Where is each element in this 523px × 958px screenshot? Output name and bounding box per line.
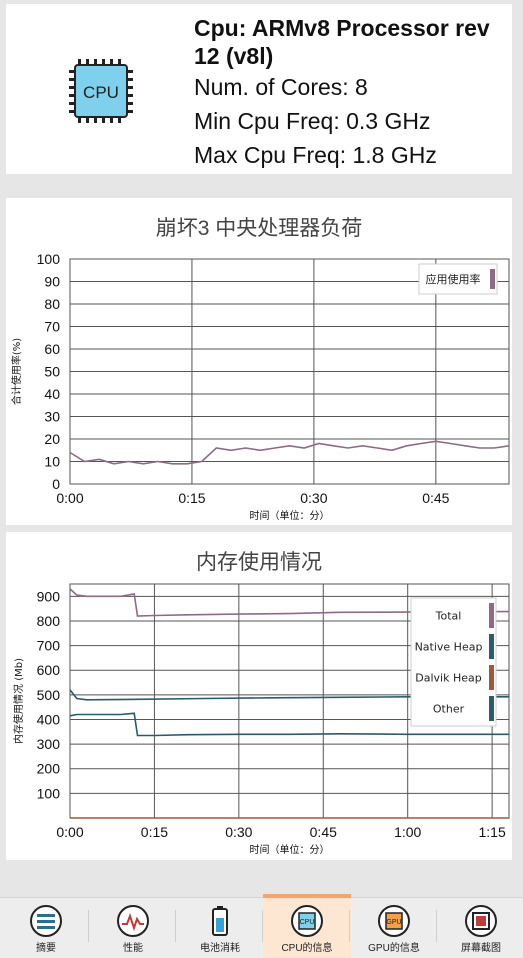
- cpu-load-chart-card: 崩坏3 中央处理器负荷 0 10 20 30 40 50 60 70 80 90 100 0:00 0:…: [6, 198, 512, 525]
- y-axis-label: 合计使用率(%): [10, 338, 23, 405]
- legend-swatch: [489, 665, 494, 690]
- series-line-应用使用率: [69, 440, 510, 465]
- nav-tab-cpu[interactable]: CPU CPU的信息: [263, 894, 351, 958]
- legend-label: Other: [433, 703, 465, 716]
- memory-chart: 100 200 300 400 500 600 700 800 900 0:00 0:15 0:30 0…: [12, 583, 510, 856]
- nav-separator: [175, 910, 176, 942]
- battery-icon: [212, 906, 228, 936]
- y-tick-label: 400: [37, 711, 61, 727]
- nav-tab-performance-gauge[interactable]: 性能: [89, 898, 177, 958]
- svg-text:GPU: GPU: [386, 919, 401, 926]
- x-axis-label: 时间（单位：分）: [250, 843, 330, 856]
- device-info-card: CPU Cpu: ARMv8 Processor rev 12 (v8l) Nu…: [6, 4, 512, 174]
- nav-separator: [88, 910, 89, 942]
- legend-swatch: [489, 696, 494, 721]
- performance-gauge-icon: [117, 905, 149, 937]
- nav-tab-label: 摘要: [36, 943, 56, 954]
- y-tick-label: 10: [44, 454, 60, 470]
- y-tick-label: 50: [44, 364, 60, 380]
- nav-separator: [349, 910, 350, 942]
- x-tick-label: 1:00: [394, 824, 421, 840]
- y-tick-label: 300: [37, 736, 61, 752]
- y-tick-label: 30: [44, 409, 60, 425]
- y-tick-label: 100: [37, 785, 61, 801]
- nav-tab-label: 屏幕截图: [461, 943, 501, 954]
- legend-label: 应用使用率: [426, 272, 481, 286]
- y-tick-label: 700: [37, 638, 61, 654]
- legend-label: Native Heap: [415, 641, 483, 654]
- cpu-chip-icon: CPU: [69, 59, 133, 123]
- x-tick-label: 0:00: [56, 490, 83, 506]
- legend-label: Dalvik Heap: [415, 672, 481, 685]
- y-tick-label: 90: [44, 274, 60, 290]
- y-tick-label: 60: [44, 341, 60, 357]
- cpu-load-chart: 01020304050607080901000:00 0:15 0:30 0:45时间…: [10, 251, 510, 522]
- x-tick-label: 0:15: [178, 490, 205, 506]
- device-info-text: Cpu: ARMv8 Processor rev 12 (v8l) Num. o…: [194, 14, 494, 172]
- legend-swatch: [489, 634, 494, 659]
- x-tick-label: 0:30: [225, 824, 252, 840]
- legend-swatch: [490, 269, 495, 289]
- cpu-model-text: Cpu: ARMv8 Processor rev 12 (v8l): [194, 15, 490, 69]
- x-tick-label: 0:15: [141, 824, 168, 840]
- x-tick-label: 0:30: [300, 490, 327, 506]
- x-tick-label: 0:45: [422, 490, 449, 506]
- nav-tab-label: 电池消耗: [200, 943, 240, 954]
- y-tick-label: 80: [44, 296, 60, 312]
- film-icon: [465, 905, 497, 937]
- y-tick-label: 20: [44, 431, 60, 447]
- bottom-navigation-bar: 摘要 性能 电池消耗 CPU CPU的信息 GPU GPU的信息 屏幕截图: [0, 894, 523, 958]
- cpu-chip-label: CPU: [83, 83, 119, 102]
- y-tick-label: 40: [44, 386, 60, 402]
- y-tick-label: 500: [37, 687, 61, 703]
- memory-chart-card: 内存使用情况 100 200 300 400 500 600 700 800 900 0:00 0:…: [6, 532, 512, 860]
- y-tick-label: 900: [37, 588, 61, 604]
- x-tick-label: 0:45: [310, 824, 337, 840]
- nav-tab-label: CPU的信息: [281, 943, 333, 954]
- x-tick-label: 0:00: [56, 824, 83, 840]
- y-axis-label: 内存使用情况 (Mb): [12, 658, 25, 744]
- nav-tab-gpu[interactable]: GPU GPU的信息: [350, 898, 438, 958]
- nav-tab-label: GPU的信息: [368, 943, 420, 954]
- nav-separator: [436, 910, 437, 942]
- legend-swatch: [489, 603, 494, 628]
- y-tick-label: 100: [37, 251, 61, 267]
- y-tick-label: 200: [37, 761, 61, 777]
- y-tick-label: 600: [37, 662, 61, 678]
- cpu-icon: CPU: [291, 905, 323, 937]
- svg-text:CPU: CPU: [300, 919, 315, 926]
- nav-separator: [262, 910, 263, 942]
- gpu-icon: GPU: [378, 905, 410, 937]
- min-freq-text: Min Cpu Freq: 0.3 GHz: [194, 108, 431, 134]
- list-icon: [30, 905, 62, 937]
- x-tick-label: 1:15: [478, 824, 505, 840]
- y-tick-label: 70: [44, 319, 60, 335]
- max-freq-text: Max Cpu Freq: 1.8 GHz: [194, 142, 437, 168]
- nav-tab-label: 性能: [123, 943, 143, 954]
- cores-count-text: Num. of Cores: 8: [194, 74, 368, 100]
- legend-label: Total: [435, 610, 462, 623]
- nav-tab-battery[interactable]: 电池消耗: [176, 898, 264, 958]
- y-tick-label: 800: [37, 613, 61, 629]
- x-axis-label: 时间（单位：分）: [250, 509, 330, 522]
- nav-tab-film[interactable]: 屏幕截图: [437, 898, 523, 958]
- nav-tab-list[interactable]: 摘要: [2, 898, 90, 958]
